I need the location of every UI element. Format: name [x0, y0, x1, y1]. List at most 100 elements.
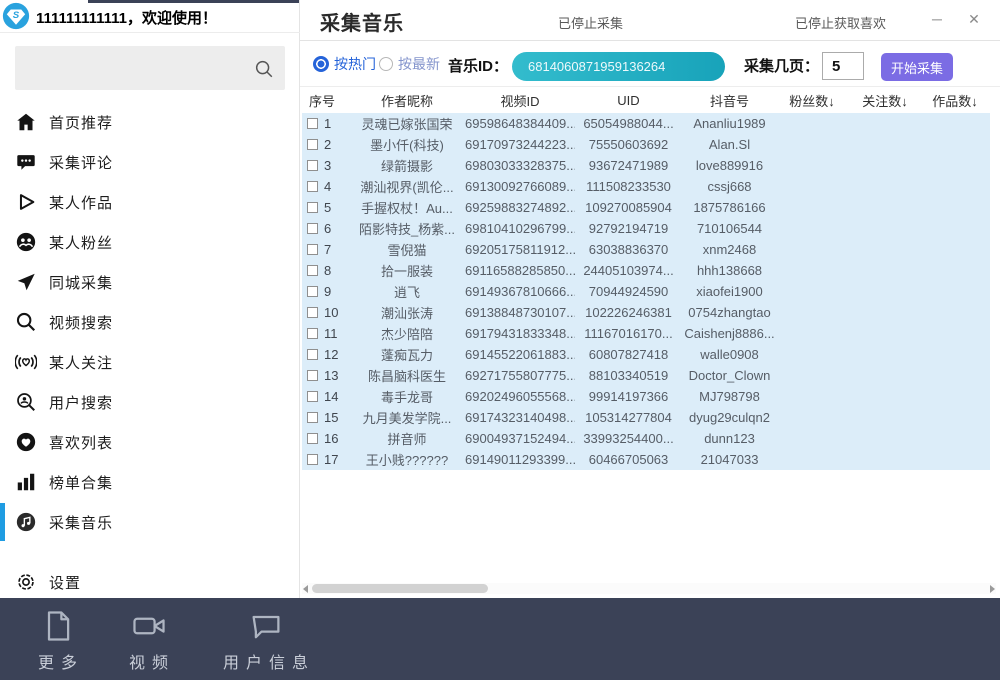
pages-input[interactable]	[822, 52, 864, 80]
main-panel: 采集音乐 已停止采集 已停止获取喜欢 ─ ✕ 按热门 按最新 音乐ID： 采集几…	[300, 0, 1000, 598]
sidebar-item-rank-collection[interactable]: 榜单合集	[0, 462, 300, 502]
row-checkbox[interactable]	[307, 370, 318, 381]
table-row[interactable]: 7 雪倪猫 69205175811912... 63038836370 xnm2468	[302, 239, 990, 260]
scroll-left-arrow-icon[interactable]	[303, 585, 308, 593]
sidebar-item-settings[interactable]: 设置	[0, 562, 300, 602]
message-bubble-icon	[247, 606, 285, 646]
cell-douyin-id: Ananliu1989	[693, 116, 766, 131]
cell-index: 13	[302, 368, 349, 383]
cell-nickname: 逍飞	[393, 285, 420, 300]
row-index: 3	[324, 158, 332, 173]
table-row[interactable]: 11 杰少陪陪 69179431833348... 11167016170... Cai…	[302, 323, 990, 344]
table-row[interactable]: 4 潮汕视界(凯伦... 69130092766089... 111508233530…	[302, 176, 990, 197]
table-row[interactable]: 2 墨小仟(科技) 69170973244223... 75550603692 Alan…	[302, 134, 990, 155]
minimize-button[interactable]: ─	[925, 9, 949, 29]
row-checkbox[interactable]	[307, 160, 318, 171]
cell-video-id: 69149367810666...	[465, 284, 575, 299]
cell-index: 11	[302, 326, 349, 341]
table-row[interactable]: 9 逍飞 69149367810666... 70944924590 xiaofei19…	[302, 281, 990, 302]
table-row[interactable]: 10 潮汕张涛 69138848730107... 102226246381 0754z…	[302, 302, 990, 323]
cell-nickname: 陌影特技_杨紫...	[358, 222, 456, 237]
col-header-follows-sort[interactable]: 关注数↓	[847, 91, 923, 110]
table-row[interactable]: 15 九月美发学院... 69174323140498... 105314277804…	[302, 407, 990, 428]
sidebar-item-user-follows[interactable]: 某人关注	[0, 342, 300, 382]
row-checkbox[interactable]	[307, 244, 318, 255]
col-header-works-sort[interactable]: 作品数↓	[923, 91, 987, 110]
cell-uid: 60466705063	[588, 452, 669, 467]
cell-douyin-id: dyug29culqn2	[689, 410, 770, 425]
sidebar-header: S 111111111111，欢迎使用！	[0, 0, 300, 33]
row-checkbox[interactable]	[307, 391, 318, 402]
row-checkbox[interactable]	[307, 307, 318, 318]
col-header-fans-sort[interactable]: 粉丝数↓	[777, 91, 847, 110]
row-checkbox[interactable]	[307, 118, 318, 129]
close-button[interactable]: ✕	[962, 9, 986, 29]
row-checkbox[interactable]	[307, 454, 318, 465]
sidebar-item-user-fans[interactable]: 某人粉丝	[0, 222, 300, 262]
table-row[interactable]: 17 王小贱?????? 69149011293399... 60466705063 2…	[302, 449, 990, 470]
scroll-right-arrow-icon[interactable]	[990, 585, 995, 593]
row-index: 4	[324, 179, 332, 194]
table-row[interactable]: 13 陈昌脑科医生 69271755807775... 88103340519 Doct…	[302, 365, 990, 386]
table-row[interactable]: 14 毒手龙哥 69202496055568... 99914197366 MJ7987…	[302, 386, 990, 407]
cell-uid: 63038836370	[588, 242, 669, 257]
cell-video-id: 69130092766089...	[465, 179, 575, 194]
table-row[interactable]: 16 拼音师 69004937152494... 33993254400... dunn…	[302, 428, 990, 449]
cell-uid: 60807827418	[588, 347, 669, 362]
start-collect-button[interactable]: 开始采集	[881, 53, 953, 81]
sidebar-item-user-search[interactable]: 用户搜索	[0, 382, 300, 422]
sort-by-new-radio[interactable]: 按最新	[379, 54, 440, 74]
sidebar-item-like-list[interactable]: 喜欢列表	[0, 422, 300, 462]
music-id-input[interactable]	[512, 52, 725, 81]
bottombar-item-user-info[interactable]: 用户信息	[223, 606, 308, 673]
sidebar-search-input[interactable]	[15, 46, 285, 90]
table-row[interactable]: 12 蓬痴瓦力 69145522061883... 60807827418 walle0…	[302, 344, 990, 365]
scrollbar-thumb[interactable]	[312, 584, 488, 593]
cell-uid: 70944924590	[588, 284, 669, 299]
cell-index: 14	[302, 389, 349, 404]
cell-douyin-id: 710106544	[696, 221, 763, 236]
app-window: S 111111111111，欢迎使用！ 首页推荐 采集评论 某人作品 某人粉丝…	[0, 0, 1000, 680]
row-checkbox[interactable]	[307, 433, 318, 444]
col-header-uid: UID	[617, 92, 640, 108]
row-checkbox[interactable]	[307, 223, 318, 234]
cell-douyin-id: Alan.Sl	[708, 137, 751, 152]
cell-index: 3	[302, 158, 349, 173]
cell-uid: 24405103974...	[583, 263, 674, 278]
sidebar-item-video-search[interactable]: 视频搜索	[0, 302, 300, 342]
radio-selected-icon	[313, 56, 329, 72]
row-checkbox[interactable]	[307, 328, 318, 339]
row-checkbox[interactable]	[307, 412, 318, 423]
table-row[interactable]: 6 陌影特技_杨紫... 69810410296799... 92792194719 7…	[302, 218, 990, 239]
sidebar-item-user-works[interactable]: 某人作品	[0, 182, 300, 222]
search-icon[interactable]	[253, 58, 275, 80]
row-checkbox[interactable]	[307, 202, 318, 213]
sidebar-item-home-recommend[interactable]: 首页推荐	[0, 102, 300, 142]
sidebar-item-city-collect[interactable]: 同城采集	[0, 262, 300, 302]
sidebar-item-collect-music[interactable]: 采集音乐	[0, 502, 300, 542]
table-row[interactable]: 1 灵魂已嫁张国荣 69598648384409... 65054988044... A…	[302, 113, 990, 134]
table-row[interactable]: 3 绿箭摄影 69803033328375... 93672471989 love889…	[302, 155, 990, 176]
bottombar-item-video[interactable]: 视频	[129, 606, 168, 673]
cell-douyin-id: 21047033	[700, 452, 759, 467]
table-row[interactable]: 8 拾一服装 69116588285850... 24405103974... hhh1…	[302, 260, 990, 281]
row-checkbox[interactable]	[307, 265, 318, 276]
row-checkbox[interactable]	[307, 286, 318, 297]
cell-video-id: 69803033328375...	[465, 158, 575, 173]
row-checkbox[interactable]	[307, 139, 318, 150]
heart-circle-icon	[15, 431, 37, 453]
cell-video-id: 69170973244223...	[465, 137, 575, 152]
music-circle-icon	[15, 511, 37, 533]
horizontal-scrollbar[interactable]	[302, 583, 996, 594]
bottombar-item-more[interactable]: 更多	[38, 606, 77, 673]
cell-uid: 65054988044...	[583, 116, 674, 131]
col-header-video-id: 视频ID	[500, 93, 540, 109]
video-camera-icon	[130, 606, 168, 646]
sidebar-item-collect-comments[interactable]: 采集评论	[0, 142, 300, 182]
cell-index: 7	[302, 242, 349, 257]
row-checkbox[interactable]	[307, 349, 318, 360]
cell-index: 2	[302, 137, 349, 152]
sort-by-hot-radio[interactable]: 按热门	[313, 54, 376, 74]
table-row[interactable]: 5 手握权杖！Au... 69259883274892... 109270085904…	[302, 197, 990, 218]
row-checkbox[interactable]	[307, 181, 318, 192]
